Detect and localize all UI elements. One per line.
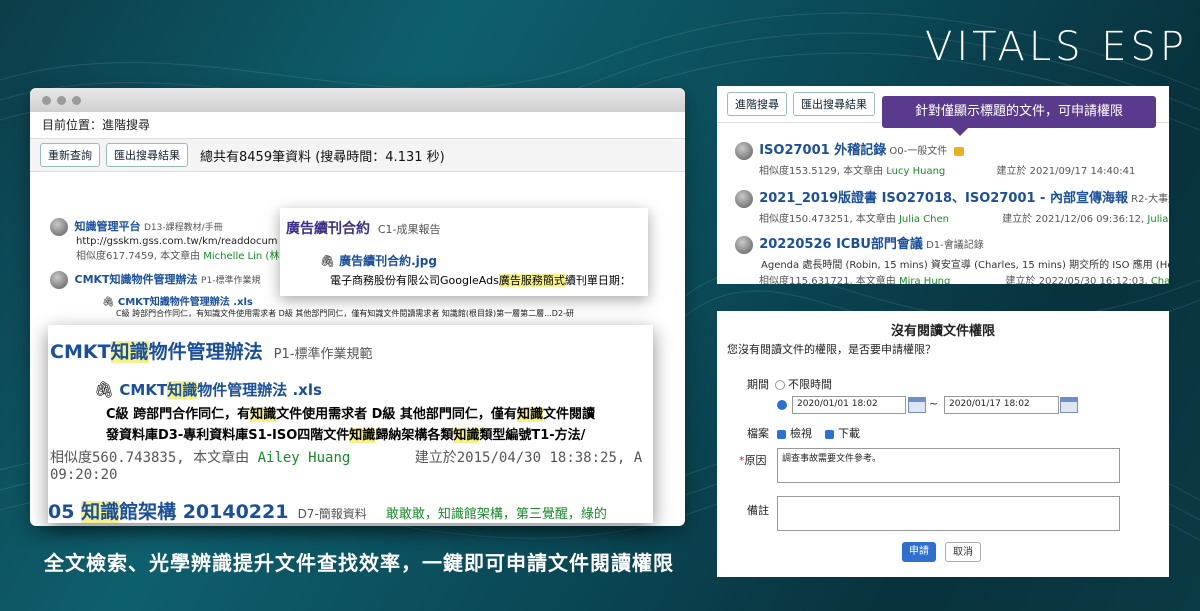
checkbox-checked-icon [777, 429, 786, 439]
result-title-link[interactable]: 05 知識館架構 20140221 [48, 501, 288, 523]
zoomed-result-card: CMKT知識物件管理辦法 P1-標準作業規範 🖇 CMKT知識物件管理辦法 .x… [48, 325, 653, 523]
result-snippet: C級 跨部門合作同仁，有知識文件使用需求者 D級 其他部門同仁，僅有知識文件閱讀… [116, 309, 574, 318]
result-count: 總共有8459筆資料 (搜尋時間：4.131 秒) [200, 149, 445, 165]
result-meta: 相似度150.473251, 本文章由 [759, 214, 896, 225]
export-results-button[interactable]: 匯出搜尋結果 [793, 92, 875, 116]
result-meta: 相似度560.743835, 本文章由 [50, 450, 250, 466]
result-file-link[interactable]: 廣告續刊合約.jpg [339, 254, 437, 268]
result-category: D1-會議記錄 [926, 240, 984, 251]
apply-button[interactable]: 申請 [902, 542, 936, 562]
lock-icon[interactable] [954, 146, 965, 156]
result-author-link[interactable]: Charl [1151, 276, 1169, 284]
cancel-button[interactable]: 取消 [945, 542, 981, 562]
result-title-link[interactable]: ISO27001 外稽記錄 [759, 143, 886, 158]
avatar [735, 142, 753, 160]
note-textarea[interactable] [777, 496, 1120, 531]
result-category: O0-一般文件 [889, 146, 948, 157]
vitals-esp-logo: VITALS ESP [925, 24, 1189, 70]
view-checkbox[interactable]: 檢視 [777, 425, 812, 441]
result-created: 建立於 2021/12/06 09:36:12, [1002, 214, 1145, 225]
permission-request-dialog: 沒有閱讀文件權限 您沒有閱讀文件的權限，是否要申請權限？ 期間 不限時間 202… [717, 311, 1169, 577]
result-snippet: Agenda 處長時間 (Robin, 15 mins) 資安宣導 (Charl… [761, 260, 1169, 271]
result-item: 知識管理平台 D13-課程教材/手冊 http://gsskm.gss.com.… [50, 218, 279, 262]
result-snippet: 敢敢敢，知識館架構，第三覺醒，綠的 [385, 507, 607, 522]
result-author-link[interactable]: Ailey Huang [258, 450, 351, 466]
date-to-input[interactable]: 2020/01/17 18:02 [944, 396, 1059, 414]
result-author-link[interactable]: Lucy Huang [886, 166, 945, 177]
requery-button[interactable]: 重新查詢 [40, 143, 100, 167]
note-label: 備註 [747, 504, 769, 517]
result-title-link[interactable]: 20220526 ICBU部門會議 [759, 237, 923, 252]
date-range-radio[interactable] [777, 400, 787, 410]
result-title-link[interactable]: CMKT知識物件管理辦法 [50, 341, 263, 363]
search-toolbar: 重新查詢 匯出搜尋結果 總共有8459筆資料 (搜尋時間：4.131 秒) [30, 139, 685, 172]
period-label: 期間 [747, 378, 769, 391]
avatar [50, 218, 68, 236]
contract-result-card: 廣告續刊合約 C1-成果報告 🖇 廣告續刊合約.jpg 電子商務股份有限公司Go… [280, 208, 648, 296]
calendar-icon[interactable] [1060, 397, 1078, 413]
result-title-link[interactable]: CMKT知識物件管理辦法 [75, 273, 198, 286]
avatar [735, 190, 753, 208]
reason-label: 原因 [744, 454, 767, 467]
result-title-link[interactable]: 2021_2019版證書 ISO27018、ISO27001 - 內部宣傳海報 [759, 191, 1128, 206]
result-meta: 相似度617.7459, 本文章由 [76, 251, 201, 262]
result-created: 建立於 2021/09/17 14:40:41 [996, 166, 1136, 177]
result-file-link[interactable]: CMKT知識物件管理辦法 .xls [118, 297, 253, 308]
permission-tooltip: 針對僅顯示標題的文件，可申請權限 [882, 96, 1156, 136]
paperclip-icon: 🖇 [94, 380, 115, 399]
result-meta: 相似度115.631721, 本文章由 [759, 276, 896, 284]
range-separator: ~ [929, 397, 939, 410]
result-created: 建立於 2022/05/30 16:12:03, [1005, 276, 1148, 284]
avatar [735, 236, 753, 254]
result-author-link[interactable]: Michelle Lin (林 [203, 251, 279, 262]
paperclip-icon: 🖇 [102, 297, 115, 308]
avatar [50, 271, 68, 289]
result-item: ISO27001 外稽記錄 O0-一般文件 相似度153.5129, 本文章由 … [735, 139, 1135, 177]
result-snippet: 電子商務股份有限公司GoogleAds廣告服務簡式續刊單日期： [330, 274, 631, 287]
result-category: D13-課程教材/手冊 [144, 223, 223, 233]
file-label: 檔案 [747, 427, 769, 440]
dialog-question: 您沒有閱讀文件的權限，是否要申請權限？ [727, 343, 936, 356]
date-from-input[interactable]: 2020/01/01 18:02 [792, 396, 906, 414]
unlimited-radio[interactable] [775, 380, 785, 390]
window-minimize-dot[interactable] [57, 95, 66, 105]
checkbox-checked-icon [825, 429, 834, 439]
window-close-dot[interactable] [42, 95, 51, 105]
result-author-link[interactable]: Mira Hung [899, 276, 950, 284]
result-title-link[interactable]: 知識管理平台 [75, 220, 141, 233]
window-maximize-dot[interactable] [72, 95, 81, 105]
result-category: P1-標準作業規 [201, 276, 261, 286]
result-category: C1-成果報告 [377, 223, 441, 236]
marketing-caption: 全文檢索、光學辨識提升文件查找效率，一鍵即可申請文件閱讀權限 [44, 551, 674, 575]
export-results-button[interactable]: 匯出搜尋結果 [106, 143, 188, 167]
result-author-link[interactable]: Julia C [1147, 214, 1169, 225]
result-author-link[interactable]: Julia Chen [899, 214, 949, 225]
window-titlebar [30, 88, 685, 112]
result-snippet: C級 跨部門合作同仁，有知識文件使用需求者 D級 其他部門同仁，僅有知識文件閱讀… [106, 407, 595, 443]
result-file-link[interactable]: CMKT知識物件管理辦法 .xls [119, 381, 322, 399]
calendar-icon[interactable] [908, 397, 926, 413]
result-item: 20220526 ICBU部門會議 D1-會議記錄 Agenda 處長時間 (R… [735, 233, 1169, 284]
result-category: D7-簡報資料 [297, 507, 367, 521]
result-category: P1-標準作業規範 [273, 347, 373, 362]
result-created: 建立於2015/04/30 18:38:25, A [414, 450, 643, 466]
result-title-link[interactable]: 廣告續刊合約 [286, 221, 370, 237]
dialog-title: 沒有閱讀文件權限 [890, 324, 995, 339]
result-time: 09:20:20 [50, 467, 118, 483]
advanced-search-button[interactable]: 進階搜尋 [727, 92, 787, 116]
unlimited-option[interactable]: 不限時間 [775, 376, 832, 392]
reason-textarea[interactable]: 調查事故需要文件參考。 [777, 448, 1120, 483]
paperclip-icon: 🖇 [320, 254, 336, 268]
download-checkbox[interactable]: 下載 [825, 425, 860, 441]
result-category: R2-大事紀/ [1131, 194, 1169, 205]
result-url[interactable]: http://gsskm.gss.com.tw/km/readdocum [76, 236, 279, 247]
result-meta: 相似度153.5129, 本文章由 [759, 166, 884, 177]
result-item: 2021_2019版證書 ISO27018、ISO27001 - 內部宣傳海報 … [735, 187, 1169, 225]
breadcrumb: 目前位置：進階搜尋 [30, 112, 685, 139]
